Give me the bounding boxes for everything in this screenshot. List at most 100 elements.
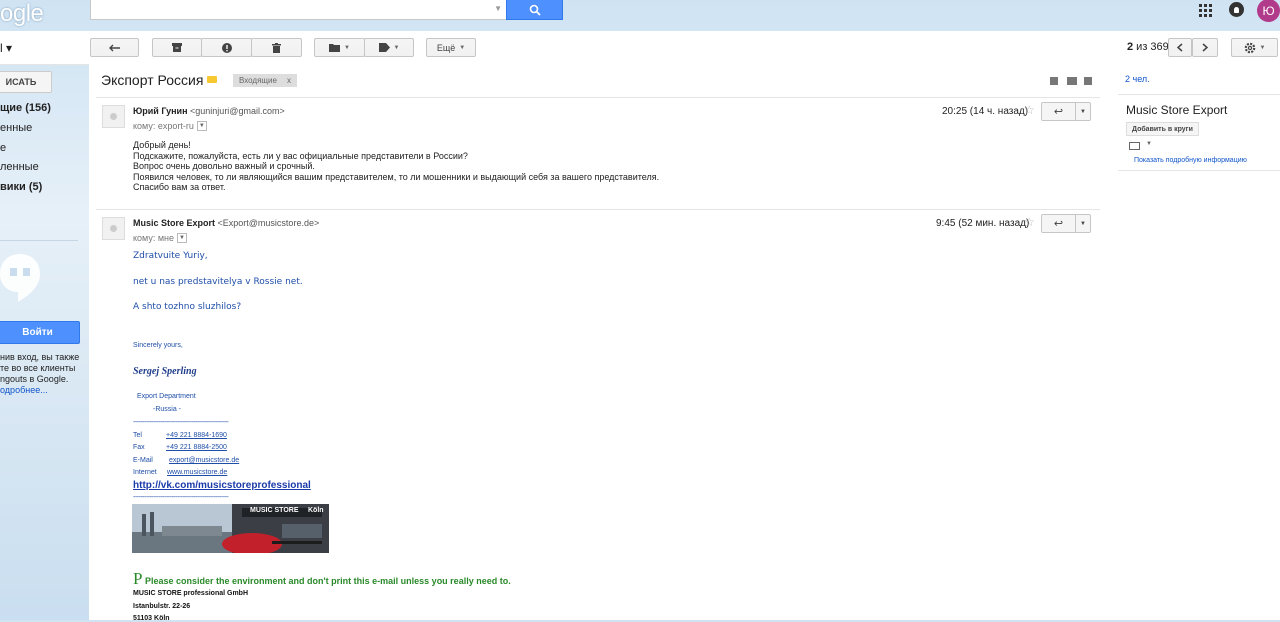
chevron-down-icon[interactable]: ▼ [1146,141,1152,147]
sender-avatar [102,105,125,128]
message-sender[interactable]: Юрий Гунин <guninjuri@gmail.com> [133,106,285,116]
signin-button[interactable]: Войти [0,321,80,344]
contact-key: Internet [133,469,157,476]
report-spam-button[interactable] [201,38,252,57]
greeting-text: Zdratvuite Yuriy, [133,251,208,261]
remove-label-button[interactable]: x [287,76,291,85]
show-details-icon[interactable]: ▼ [196,121,207,131]
labels-button[interactable]: ▼ [364,38,414,57]
more-button[interactable]: Ещё ▼ [426,38,476,57]
inbox-label-text: Входящие [239,76,277,85]
star-icon[interactable]: ☆ [1024,103,1035,117]
banner-brand-text: MUSIC STORE [250,507,299,514]
nav-drafts[interactable]: вики (5) [0,181,42,193]
back-button[interactable] [90,38,139,57]
email-link[interactable]: export@musicstore.de [169,457,239,464]
reply-split-button[interactable]: ↩ ▼ [1041,102,1091,121]
sender-avatar [102,217,125,240]
divider [96,97,1100,98]
address-line: MUSIC STORE professional GmbH [133,590,248,597]
vk-link[interactable]: http://vk.com/musicstoreprofessional [133,480,311,491]
body-line: Вопрос очень довольно важный и срочный. [133,161,315,171]
region-text: -Russia - [153,406,182,413]
star-icon[interactable]: ☆ [1024,215,1035,229]
store-banner-image[interactable]: MUSIC STORE Köln [132,504,329,553]
inbox-label-chip: Входящие x [233,74,297,87]
contact-key: E-Mail [133,457,153,464]
email-icon[interactable] [1129,142,1140,150]
signin-text-line: те во все клиенты [0,363,76,373]
message-sender[interactable]: Music Store Export <Export@musicstore.de… [133,218,319,228]
nav-starred[interactable]: енные [0,122,32,134]
message-time: 9:45 (52 мин. назад) [936,218,1030,229]
contact-row: E-Mail export@musicstore.de [133,457,239,464]
nav-sent[interactable]: ленные [0,161,39,173]
new-window-icon[interactable] [1084,77,1092,85]
reply-more-icon[interactable]: ▼ [1076,103,1090,120]
move-to-button[interactable]: ▼ [314,38,365,57]
newer-button[interactable] [1168,38,1192,57]
archive-button[interactable] [152,38,202,57]
show-details-link[interactable]: Показать подробную информацию [1134,157,1247,164]
nav-important[interactable]: е [0,142,6,154]
search-box[interactable]: ▼ [90,0,507,20]
importance-marker[interactable] [207,76,217,83]
address-line: 51103 Köln [133,615,170,622]
delete-button[interactable] [251,38,302,57]
website-link[interactable]: www.musicstore.de [167,469,227,476]
compose-button[interactable]: ИСАТЬ [0,71,52,93]
body-line: net u nas predstavitelya v Rossie net. [133,277,303,287]
add-to-circles-button[interactable]: Добавить в круги [1126,122,1199,136]
back-arrow-icon [108,44,120,51]
body-line: A shto tozhno sluzhilos? [133,302,242,312]
reply-more-icon[interactable]: ▼ [1076,215,1090,232]
environment-note-cap: P [133,569,143,588]
body-line: Появился человек, то ли являющийся вашим… [133,171,660,182]
counter-total: из 369 [1133,41,1169,53]
department-text: Export Department [137,393,196,400]
reply-icon[interactable]: ↩ [1042,215,1076,232]
message-time: 20:25 (14 ч. назад) [942,106,1029,117]
account-avatar[interactable]: Ю [1257,0,1280,22]
google-logo[interactable]: ogle [0,0,44,28]
thread-subject: Экспорт Россия [101,72,204,88]
people-count-link[interactable]: 2 чел. [1125,74,1150,84]
contact-row: Fax +49 221 8884-2500 [133,444,227,451]
reply-icon[interactable]: ↩ [1042,103,1076,120]
mail-menu[interactable]: l ▾ [0,41,12,55]
settings-button[interactable]: ▼ [1231,38,1278,57]
folder-icon [329,44,341,52]
apps-grid-icon[interactable] [1199,4,1212,17]
recipient-line: кому: export-ru ▼ [133,121,207,131]
learn-more-link[interactable]: одробнее... [0,385,48,395]
chevron-left-icon [1177,43,1183,52]
search-button[interactable] [506,0,563,20]
environment-note-text: Please consider the environment and don'… [144,576,511,586]
sidebar-divider [0,240,78,241]
body-line: Подскажите, пожалуйста, есть ли у вас оф… [133,150,468,161]
search-input[interactable] [91,0,503,17]
contact-row: Tel +49 221 8884-1690 [133,432,227,439]
contact-key: Fax [133,444,145,451]
nav-inbox[interactable]: щие (156) [0,102,51,114]
show-details-icon[interactable]: ▼ [177,233,187,243]
contact-name: Music Store Export [1126,103,1228,117]
recipient-text: кому: export-ru [133,121,194,131]
expand-all-icon[interactable] [1050,77,1058,85]
older-button[interactable] [1192,38,1218,57]
signin-text-line: нив вход, вы также [0,352,80,362]
print-icon[interactable] [1067,77,1077,85]
notifications-bell-icon[interactable] [1229,2,1244,17]
message-counter: 2 из 369 [1127,41,1169,53]
environment-note: P Please consider the environment and do… [133,569,511,589]
reply-split-button[interactable]: ↩ ▼ [1041,214,1091,233]
body-line: Добрый день! [133,140,191,150]
search-options-caret-icon[interactable]: ▼ [494,4,502,13]
divider [1118,94,1280,95]
phone-link[interactable]: +49 221 8884-1690 [166,432,227,439]
contact-row: Internet www.musicstore.de [133,469,227,476]
closing-text: Sincerely yours, [133,342,183,349]
archive-icon [172,43,182,52]
fax-link[interactable]: +49 221 8884-2500 [166,444,227,451]
hangouts-signin-text: нив вход, вы также те во все клиенты ngo… [0,352,80,396]
